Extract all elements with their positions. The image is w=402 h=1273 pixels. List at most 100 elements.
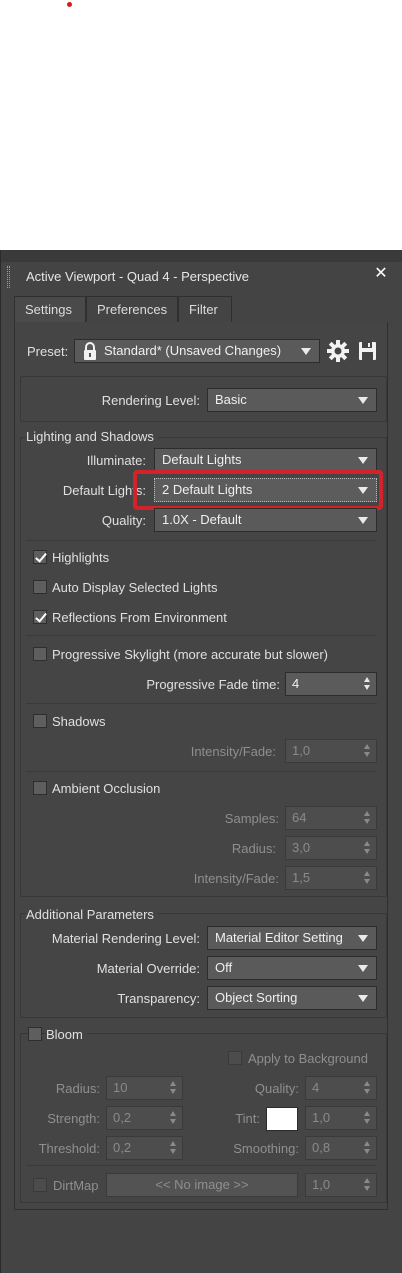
- spinner-arrows-icon[interactable]: [170, 1111, 177, 1125]
- bloom-quality-value: 4: [312, 1080, 320, 1095]
- separator: [26, 703, 377, 704]
- transparency-dropdown[interactable]: Object Sorting: [207, 986, 377, 1010]
- ao-radius-spinner[interactable]: 3,0: [285, 836, 377, 860]
- spinner-arrows-icon[interactable]: [364, 871, 371, 885]
- auto-display-lights-checkbox[interactable]: [33, 580, 47, 594]
- tab-preferences[interactable]: Preferences: [86, 296, 178, 322]
- ao-intensity-spinner[interactable]: 1,5: [285, 866, 377, 890]
- dirtmap-value: 1,0: [312, 1177, 331, 1192]
- chevron-down-icon: [358, 397, 368, 404]
- lock-icon: [84, 342, 96, 360]
- bloom-radius-label: Radius:: [55, 1081, 100, 1096]
- smoothing-value: 0,8: [312, 1140, 331, 1155]
- apply-to-background-label: Apply to Background: [248, 1051, 368, 1066]
- transparency-value: Object Sorting: [215, 990, 298, 1005]
- samples-label: Samples:: [224, 811, 279, 826]
- reflections-checkbox[interactable]: [33, 610, 47, 624]
- spinner-arrows-icon[interactable]: [364, 677, 371, 691]
- spinner-arrows-icon[interactable]: [364, 744, 371, 758]
- drag-grip-handle[interactable]: [7, 266, 10, 288]
- shadows-checkbox[interactable]: [33, 714, 47, 728]
- bloom-checkbox[interactable]: [28, 1027, 42, 1041]
- highlights-checkbox[interactable]: [33, 550, 47, 564]
- dirtmap-checkbox[interactable]: [33, 1178, 47, 1192]
- chevron-down-icon: [358, 965, 368, 972]
- shadows-label: Shadows: [52, 714, 106, 729]
- separator: [26, 771, 377, 772]
- spinner-arrows-icon[interactable]: [364, 1081, 371, 1095]
- dialog-title: Active Viewport - Quad 4 - Perspective: [26, 269, 250, 284]
- additional-parameters-title: Additional Parameters: [26, 907, 158, 922]
- smoothing-spinner[interactable]: 0,8: [305, 1136, 377, 1160]
- close-icon[interactable]: ✕: [372, 265, 390, 283]
- smoothing-label: Smoothing:: [233, 1141, 299, 1156]
- highlight-annotation-box: [133, 470, 383, 510]
- separator: [26, 540, 377, 541]
- spinner-arrows-icon[interactable]: [364, 1111, 371, 1125]
- separator: [26, 1165, 377, 1166]
- threshold-label: Threshold:: [38, 1141, 100, 1156]
- progressive-fade-label: Progressive Fade time:: [146, 677, 280, 692]
- bloom-quality-spinner[interactable]: 4: [305, 1076, 377, 1100]
- material-override-label: Material Override:: [96, 961, 200, 976]
- material-override-dropdown[interactable]: Off: [207, 956, 377, 980]
- quality-label: Quality:: [101, 513, 146, 528]
- rendering-level-dropdown[interactable]: Basic: [207, 388, 377, 412]
- dialog-top-strip: [1, 250, 402, 262]
- chevron-down-icon: [358, 457, 368, 464]
- tab-settings[interactable]: Settings: [14, 296, 86, 322]
- spinner-arrows-icon[interactable]: [364, 1178, 371, 1192]
- strength-label: Strength:: [47, 1111, 100, 1126]
- progressive-fade-value: 4: [292, 676, 300, 691]
- red-marker-dot: [67, 2, 72, 7]
- material-override-value: Off: [215, 960, 233, 975]
- tab-filter[interactable]: Filter: [178, 296, 232, 322]
- illuminate-dropdown[interactable]: Default Lights: [154, 448, 377, 472]
- chevron-down-icon: [358, 517, 368, 524]
- tint-label: Tint:: [235, 1111, 260, 1126]
- tint-spinner[interactable]: 1,0: [305, 1106, 377, 1130]
- bloom-radius-spinner[interactable]: 10: [106, 1076, 183, 1100]
- rendering-level-label: Rendering Level:: [101, 393, 200, 408]
- lighting-group-title: Lighting and Shadows: [26, 429, 158, 444]
- shadows-intensity-spinner[interactable]: 1,0: [285, 739, 377, 763]
- progressive-skylight-label: Progressive Skylight (more accurate but …: [52, 647, 328, 662]
- material-rendering-level-value: Material Editor Setting: [215, 930, 343, 945]
- ao-intensity-label: Intensity/Fade:: [193, 871, 279, 886]
- dirtmap-label: DirtMap: [53, 1178, 99, 1193]
- ao-intensity-value: 1,5: [292, 870, 311, 885]
- dirtmap-image-button[interactable]: << No image >>: [106, 1173, 298, 1197]
- preset-label: Preset:: [27, 344, 69, 359]
- bloom-radius-value: 10: [113, 1080, 128, 1095]
- spinner-arrows-icon[interactable]: [364, 841, 371, 855]
- spinner-arrows-icon[interactable]: [364, 1141, 371, 1155]
- ambient-occlusion-checkbox[interactable]: [33, 781, 47, 795]
- spinner-arrows-icon[interactable]: [170, 1081, 177, 1095]
- gear-icon[interactable]: [327, 340, 349, 362]
- chevron-down-icon: [301, 348, 311, 355]
- rendering-level-value: Basic: [215, 392, 247, 407]
- threshold-spinner[interactable]: 0,2: [106, 1136, 183, 1160]
- samples-spinner[interactable]: 64: [285, 806, 377, 830]
- tint-color-swatch[interactable]: [266, 1107, 298, 1131]
- progressive-skylight-checkbox[interactable]: [33, 647, 47, 661]
- quality-dropdown[interactable]: 1.0X - Default: [154, 508, 377, 532]
- samples-value: 64: [292, 810, 307, 825]
- shadows-intensity-label: Intensity/Fade:: [190, 744, 276, 759]
- apply-to-background-checkbox[interactable]: [228, 1051, 242, 1065]
- spinner-arrows-icon[interactable]: [364, 811, 371, 825]
- ao-radius-label: Radius:: [231, 841, 276, 856]
- quality-value: 1.0X - Default: [162, 512, 242, 527]
- material-rendering-level-label: Material Rendering Level:: [51, 931, 200, 946]
- bloom-label: Bloom: [46, 1027, 87, 1042]
- strength-spinner[interactable]: 0,2: [106, 1106, 183, 1130]
- preset-dropdown[interactable]: Standard* (Unsaved Changes): [74, 339, 320, 363]
- preset-value: Standard* (Unsaved Changes): [104, 343, 282, 358]
- dirtmap-spinner[interactable]: 1,0: [305, 1173, 377, 1197]
- shadows-intensity-value: 1,0: [292, 743, 311, 758]
- progressive-fade-spinner[interactable]: 4: [285, 672, 377, 696]
- save-icon[interactable]: [358, 341, 377, 361]
- material-rendering-level-dropdown[interactable]: Material Editor Setting: [207, 926, 377, 950]
- illuminate-value: Default Lights: [162, 452, 242, 467]
- spinner-arrows-icon[interactable]: [170, 1141, 177, 1155]
